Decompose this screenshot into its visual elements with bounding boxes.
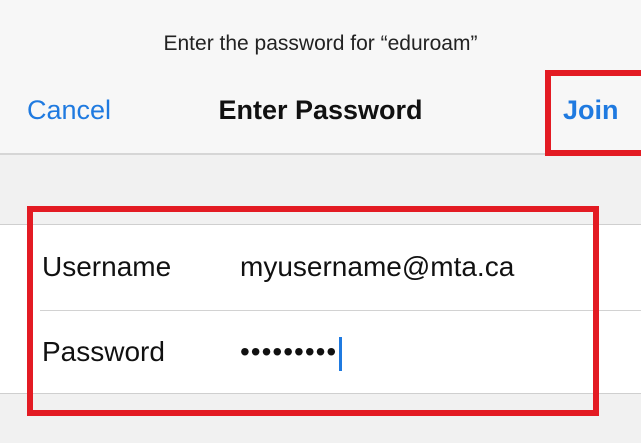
username-field[interactable]: myusername@mta.ca xyxy=(240,245,620,289)
join-button[interactable]: Join xyxy=(563,95,619,126)
network-prompt: Enter the password for “eduroam” xyxy=(163,32,478,55)
password-label: Password xyxy=(42,336,165,367)
username-label: Username xyxy=(42,251,172,282)
password-row[interactable]: Password ••••••••• xyxy=(0,310,641,395)
text-cursor-icon xyxy=(339,336,343,371)
password-mask: ••••••••• xyxy=(240,336,338,367)
password-field[interactable]: ••••••••• xyxy=(240,330,620,374)
credentials-form: Username myusername@mta.ca Password ••••… xyxy=(0,224,641,394)
cancel-button[interactable]: Cancel xyxy=(27,95,111,126)
wifi-password-screen: Enter the password for “eduroam” Cancel … xyxy=(0,0,641,443)
username-row[interactable]: Username myusername@mta.ca xyxy=(0,225,641,310)
navigation-bar: Enter the password for “eduroam” Cancel … xyxy=(0,0,641,155)
